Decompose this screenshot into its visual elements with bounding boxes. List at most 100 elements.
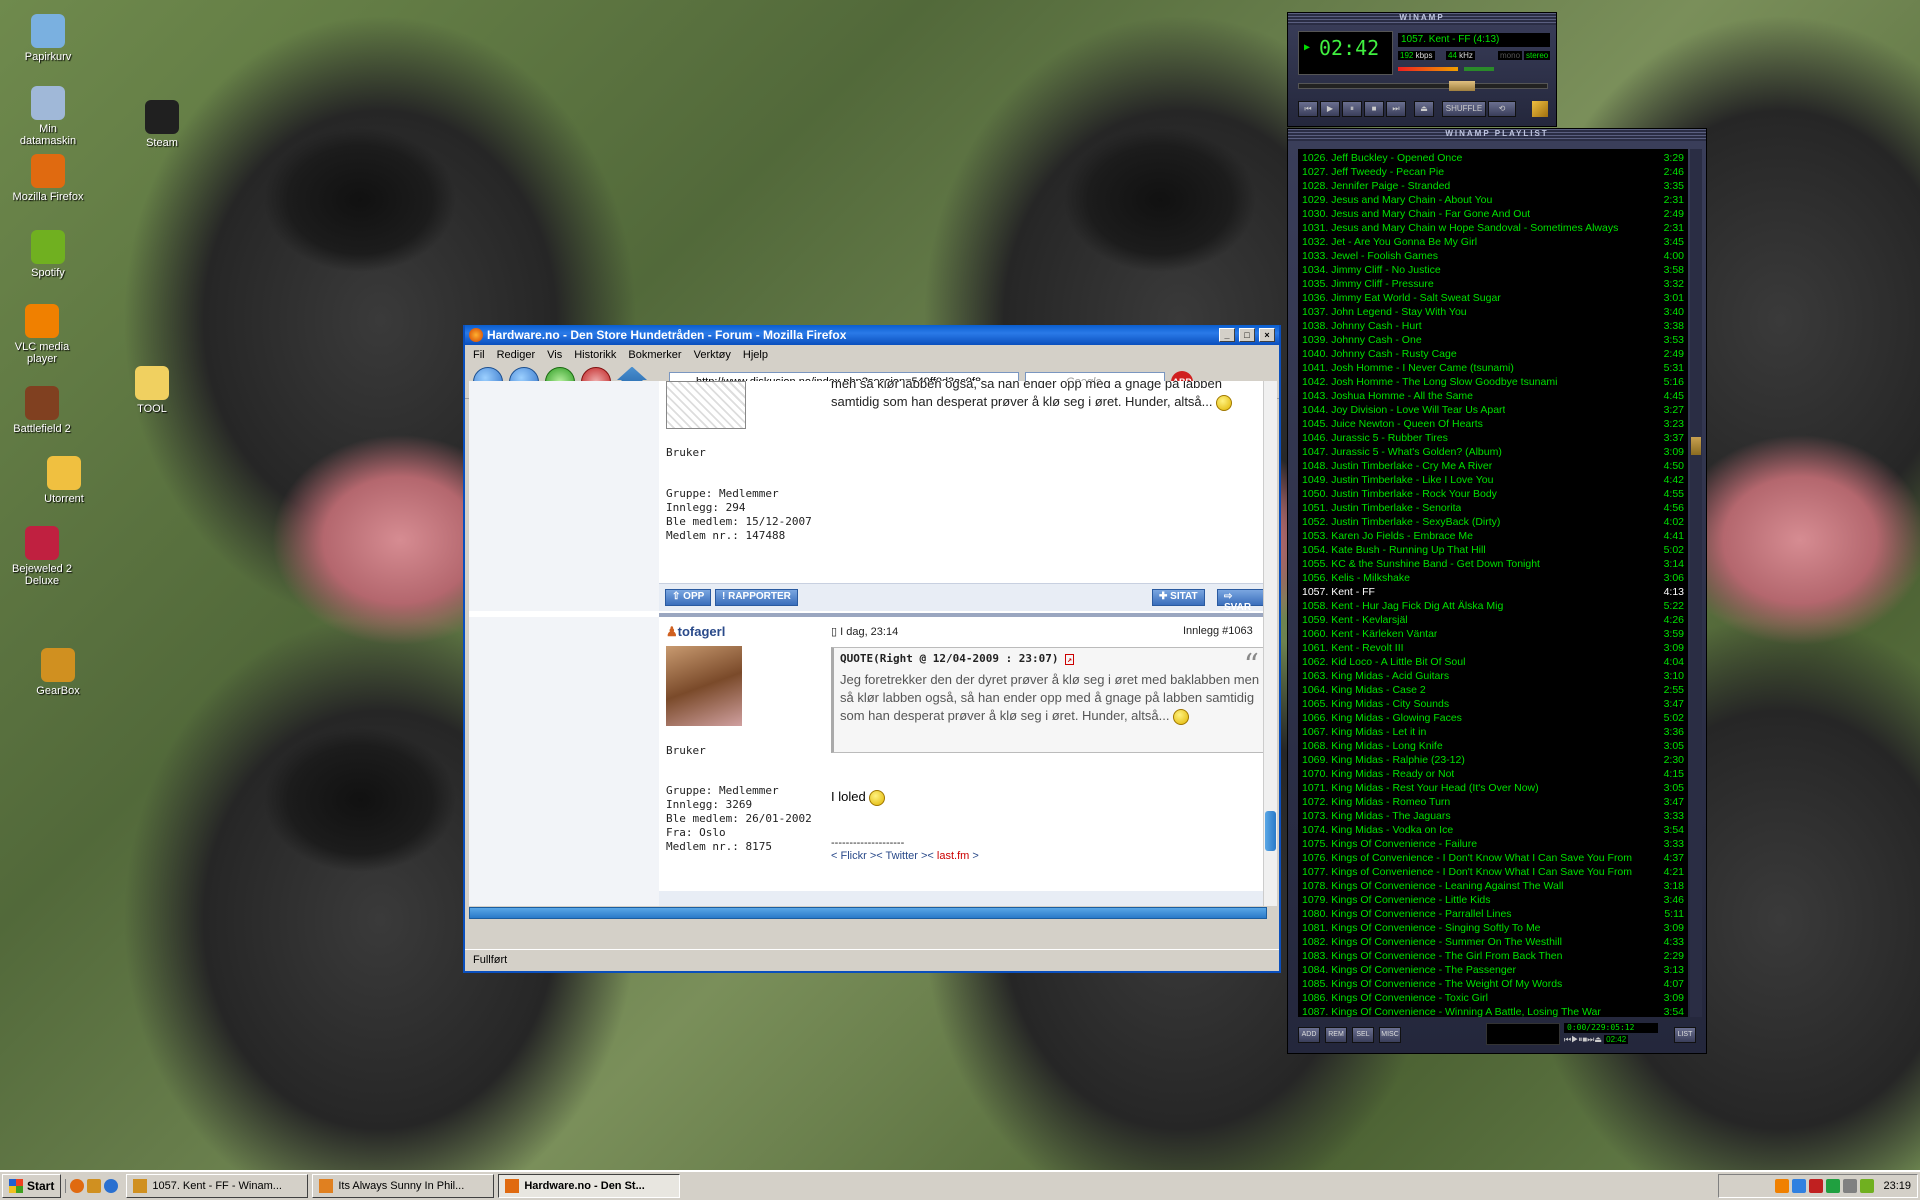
firefox-window[interactable]: Hardware.no - Den Store Hundetråden - Fo… (463, 325, 1281, 973)
playlist-item[interactable]: 1029. Jesus and Mary Chain - About You 2:… (1298, 193, 1688, 207)
playlist-item[interactable]: 1079. Kings Of Convenience - Little Kids… (1298, 893, 1688, 907)
eject-button[interactable]: ⏏ (1414, 101, 1434, 117)
seek-thumb[interactable] (1449, 81, 1475, 91)
lastfm-link[interactable]: last.fm (937, 850, 969, 862)
taskbar-button[interactable]: Its Always Sunny In Phil... (312, 1174, 495, 1198)
desktop-icon-papirkurv[interactable]: Papirkurv (10, 14, 86, 63)
mini-controls[interactable]: ⏮▶⏸■⏭⏏ 02:42 (1564, 1035, 1658, 1047)
next-button[interactable]: ⏭ (1386, 101, 1406, 117)
twitter-link[interactable]: Twitter (886, 850, 918, 862)
firefox-quicklaunch-icon[interactable] (70, 1179, 85, 1193)
playlist-item[interactable]: 1084. Kings Of Convenience - The Passeng… (1298, 963, 1688, 977)
playlist-item[interactable]: 1056. Kelis - Milkshake 3:06 (1298, 571, 1688, 585)
play-button[interactable]: ▶ (1320, 101, 1340, 117)
menu-item[interactable]: Bokmerker (628, 349, 681, 361)
playlist-item[interactable]: 1046. Jurassic 5 - Rubber Tires 3:37 (1298, 431, 1688, 445)
playlist-list[interactable]: 1026. Jeff Buckley - Opened Once 3:29 1027… (1298, 149, 1688, 1017)
scrollbar-thumb[interactable] (1265, 811, 1276, 851)
playlist-item[interactable]: 1037. John Legend - Stay With You 3:40 (1298, 305, 1688, 319)
ie-quicklaunch-icon[interactable] (104, 1179, 119, 1193)
desktop-icon-min-datamaskin[interactable]: Min datamaskin (10, 86, 86, 147)
previous-button[interactable]: ⏮ (1298, 101, 1318, 117)
playlist-item[interactable]: 1048. Justin Timberlake - Cry Me A River… (1298, 459, 1688, 473)
playlist-item[interactable]: 1070. King Midas - Ready or Not 4:15 (1298, 767, 1688, 781)
playlist-item[interactable]: 1026. Jeff Buckley - Opened Once 3:29 (1298, 151, 1688, 165)
menu-item[interactable]: Vis (547, 349, 562, 361)
desktop-icon-mozilla-firefox[interactable]: Mozilla Firefox (10, 154, 86, 203)
menu-item[interactable]: Rediger (497, 349, 536, 361)
playlist-item[interactable]: 1044. Joy Division - Love Will Tear Us A… (1298, 403, 1688, 417)
playlist-item[interactable]: 1069. King Midas - Ralphie (23-12) 2:30 (1298, 753, 1688, 767)
maximize-button[interactable]: □ (1239, 328, 1255, 342)
minimize-button[interactable]: _ (1219, 328, 1235, 342)
playlist-item[interactable]: 1078. Kings Of Convenience - Leaning Aga… (1298, 879, 1688, 893)
taskbar-button[interactable]: Hardware.no - Den St... (498, 1174, 681, 1198)
desktop-icon-utorrent[interactable]: Utorrent (26, 456, 102, 505)
playlist-item[interactable]: 1049. Justin Timberlake - Like I Love Yo… (1298, 473, 1688, 487)
playlist-item[interactable]: 1071. King Midas - Rest Your Head (It's … (1298, 781, 1688, 795)
playlist-item[interactable]: 1030. Jesus and Mary Chain - Far Gone An… (1298, 207, 1688, 221)
report-button[interactable]: ! RAPPORTER (715, 589, 798, 606)
playlist-item[interactable]: 1073. King Midas - The Jaguars 3:33 (1298, 809, 1688, 823)
menu-item[interactable]: Hjelp (743, 349, 768, 361)
playlist-item[interactable]: 1077. Kings of Convenience - I Don't Kno… (1298, 865, 1688, 879)
playlist-item[interactable]: 1043. Joshua Homme - All the Same 4:45 (1298, 389, 1688, 403)
menu-item[interactable]: Historikk (574, 349, 616, 361)
playlist-item[interactable]: 1050. Justin Timberlake - Rock Your Body… (1298, 487, 1688, 501)
playlist-item[interactable]: 1080. Kings Of Convenience - Parrallel L… (1298, 907, 1688, 921)
clock[interactable]: 23:19 (1883, 1180, 1911, 1192)
utorrent-tray-icon[interactable] (1826, 1179, 1841, 1193)
horizontal-scrollbar[interactable] (469, 907, 1267, 919)
list-options-button[interactable]: LIST (1674, 1027, 1696, 1043)
playlist-rem-button[interactable]: REM (1325, 1027, 1347, 1043)
playlist-item[interactable]: 1051. Justin Timberlake - Senorita 4:56 (1298, 501, 1688, 515)
playlist-item[interactable]: 1039. Johnny Cash - One 3:53 (1298, 333, 1688, 347)
quote-link-icon[interactable]: ↗ (1065, 654, 1074, 665)
post-author-link[interactable]: ♟tofagerl (666, 624, 725, 640)
playlist-scroll-thumb[interactable] (1691, 437, 1701, 455)
playlist-item[interactable]: 1052. Justin Timberlake - SexyBack (Dirt… (1298, 515, 1688, 529)
playlist-item[interactable]: 1040. Johnny Cash - Rusty Cage 2:49 (1298, 347, 1688, 361)
playlist-item[interactable]: 1086. Kings Of Convenience - Toxic Girl 3… (1298, 991, 1688, 1005)
playlist-titlebar[interactable]: WINAMP PLAYLIST (1288, 129, 1706, 141)
playlist-item[interactable]: 1066. King Midas - Glowing Faces 5:02 (1298, 711, 1688, 725)
vlc-tray-icon[interactable] (1775, 1179, 1790, 1193)
playlist-item[interactable]: 1061. Kent - Revolt III 3:09 (1298, 641, 1688, 655)
shuffle-button[interactable]: SHUFFLE (1442, 101, 1486, 117)
seek-bar[interactable] (1298, 81, 1548, 91)
playlist-sel-button[interactable]: SEL (1352, 1027, 1374, 1043)
playlist-item[interactable]: 1075. Kings Of Convenience - Failure 3:33 (1298, 837, 1688, 851)
desktop-icon-battlefield-2[interactable]: Battlefield 2 (4, 386, 80, 435)
desktop-icon-bejeweled-2-deluxe[interactable]: Bejeweled 2 Deluxe (4, 526, 80, 587)
playlist-item[interactable]: 1033. Jewel - Foolish Games 4:00 (1298, 249, 1688, 263)
playlist-item[interactable]: 1085. Kings Of Convenience - The Weight … (1298, 977, 1688, 991)
desktop-icon-tool[interactable]: TOOL (114, 366, 190, 415)
winamp-logo-icon[interactable] (1532, 101, 1548, 117)
menu-item[interactable]: Fil (473, 349, 485, 361)
playlist-add-button[interactable]: ADD (1298, 1027, 1320, 1043)
flickr-link[interactable]: Flickr (840, 850, 866, 862)
playlist-item[interactable]: 1082. Kings Of Convenience - Summer On T… (1298, 935, 1688, 949)
playlist-item[interactable]: 1065. King Midas - City Sounds 3:47 (1298, 697, 1688, 711)
playlist-item[interactable]: 1054. Kate Bush - Running Up That Hill 5:… (1298, 543, 1688, 557)
playlist-item[interactable]: 1036. Jimmy Eat World - Salt Sweat Sugar… (1298, 291, 1688, 305)
playlist-item[interactable]: 1072. King Midas - Romeo Turn 3:47 (1298, 795, 1688, 809)
desktop-icon-spotify[interactable]: Spotify (10, 230, 86, 279)
playlist-item[interactable]: 1083. Kings Of Convenience - The Girl Fr… (1298, 949, 1688, 963)
close-button[interactable]: × (1259, 328, 1275, 342)
playlist-item[interactable]: 1041. Josh Homme - I Never Came (tsunami… (1298, 361, 1688, 375)
post-number[interactable]: Innlegg #1063 (1183, 625, 1253, 637)
playlist-item[interactable]: 1068. King Midas - Long Knife 3:05 (1298, 739, 1688, 753)
playlist-item[interactable]: 1060. Kent - Kärleken Väntar 3:59 (1298, 627, 1688, 641)
desktop-icon-steam[interactable]: Steam (124, 100, 200, 149)
playlist-item[interactable]: 1038. Johnny Cash - Hurt 3:38 (1298, 319, 1688, 333)
playlist-item[interactable]: 1028. Jennifer Paige - Stranded 3:35 (1298, 179, 1688, 193)
stop-button[interactable]: ■ (1364, 101, 1384, 117)
playlist-item[interactable]: 1058. Kent - Hur Jag Fick Dig Att Älska … (1298, 599, 1688, 613)
playlist-item[interactable]: 1045. Juice Newton - Queen Of Hearts 3:23 (1298, 417, 1688, 431)
spotify-tray-icon[interactable] (1860, 1179, 1875, 1193)
playlist-item[interactable]: 1076. Kings of Convenience - I Don't Kno… (1298, 851, 1688, 865)
desktop-icon-vlc-media-player[interactable]: VLC media player (4, 304, 80, 365)
playlist-item[interactable]: 1067. King Midas - Let it in 3:36 (1298, 725, 1688, 739)
playlist-item[interactable]: 1035. Jimmy Cliff - Pressure 3:32 (1298, 277, 1688, 291)
